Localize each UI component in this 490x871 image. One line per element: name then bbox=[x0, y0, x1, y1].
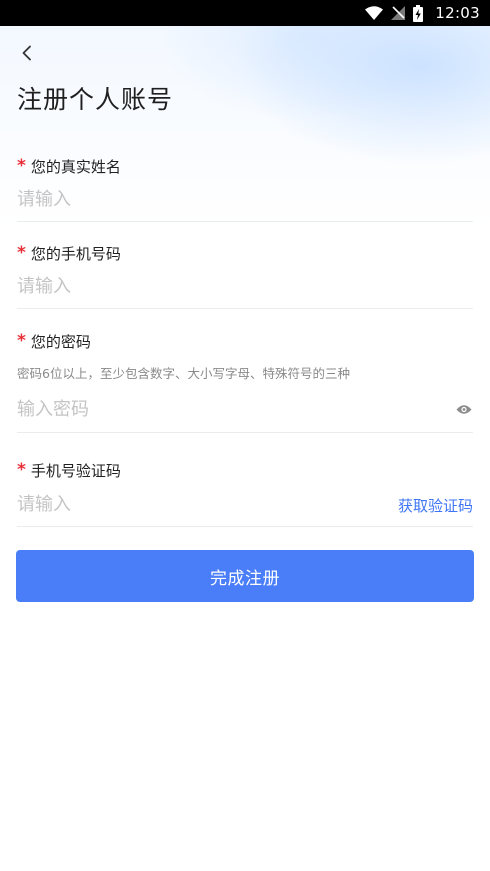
required-mark: * bbox=[17, 460, 26, 480]
phone-input[interactable] bbox=[17, 265, 473, 308]
phone-field: * 您的手机号码 bbox=[17, 242, 473, 309]
password-label-row: * 您的密码 bbox=[17, 330, 473, 352]
name-label: 您的真实姓名 bbox=[30, 157, 121, 176]
status-bar: 12:03 bbox=[0, 0, 490, 26]
get-code-button[interactable]: 获取验证码 bbox=[398, 483, 473, 527]
name-input-row bbox=[17, 178, 473, 222]
sms-code-field: * 手机号验证码 获取验证码 bbox=[17, 459, 473, 527]
phone-label: 您的手机号码 bbox=[30, 244, 121, 263]
back-button[interactable] bbox=[14, 40, 40, 66]
required-mark: * bbox=[17, 156, 26, 176]
submit-button[interactable]: 完成注册 bbox=[16, 550, 474, 602]
password-field: * 您的密码 密码6位以上，至少包含数字、大小写字母、特殊符号的三种 bbox=[17, 330, 473, 433]
sms-code-input[interactable] bbox=[17, 483, 377, 526]
name-label-row: * 您的真实姓名 bbox=[17, 155, 473, 177]
wifi-icon bbox=[365, 6, 384, 20]
sms-code-label: 手机号验证码 bbox=[30, 461, 121, 480]
name-input[interactable] bbox=[17, 178, 473, 221]
eye-icon bbox=[456, 404, 472, 414]
required-mark: * bbox=[17, 243, 26, 263]
password-input[interactable] bbox=[17, 386, 473, 432]
phone-label-row: * 您的手机号码 bbox=[17, 242, 473, 264]
password-input-row bbox=[17, 386, 473, 433]
page-title: 注册个人账号 bbox=[17, 85, 174, 114]
name-field: * 您的真实姓名 bbox=[17, 155, 473, 222]
password-visibility-toggle[interactable] bbox=[455, 400, 473, 418]
required-mark: * bbox=[17, 331, 26, 351]
chevron-left-icon bbox=[22, 45, 31, 61]
sms-code-input-row: 获取验证码 bbox=[17, 483, 473, 527]
password-label: 您的密码 bbox=[30, 332, 91, 351]
phone-input-row bbox=[17, 265, 473, 309]
battery-charging-icon bbox=[413, 4, 424, 22]
status-time: 12:03 bbox=[435, 4, 480, 22]
sms-code-label-row: * 手机号验证码 bbox=[17, 459, 473, 481]
password-hint: 密码6位以上，至少包含数字、大小写字母、特殊符号的三种 bbox=[17, 366, 350, 381]
signal-off-icon bbox=[391, 6, 406, 20]
register-screen: 12:03 注册个人账号 * 您的真实姓名 * 您的手机号码 * 您的密码 密 bbox=[0, 0, 490, 871]
